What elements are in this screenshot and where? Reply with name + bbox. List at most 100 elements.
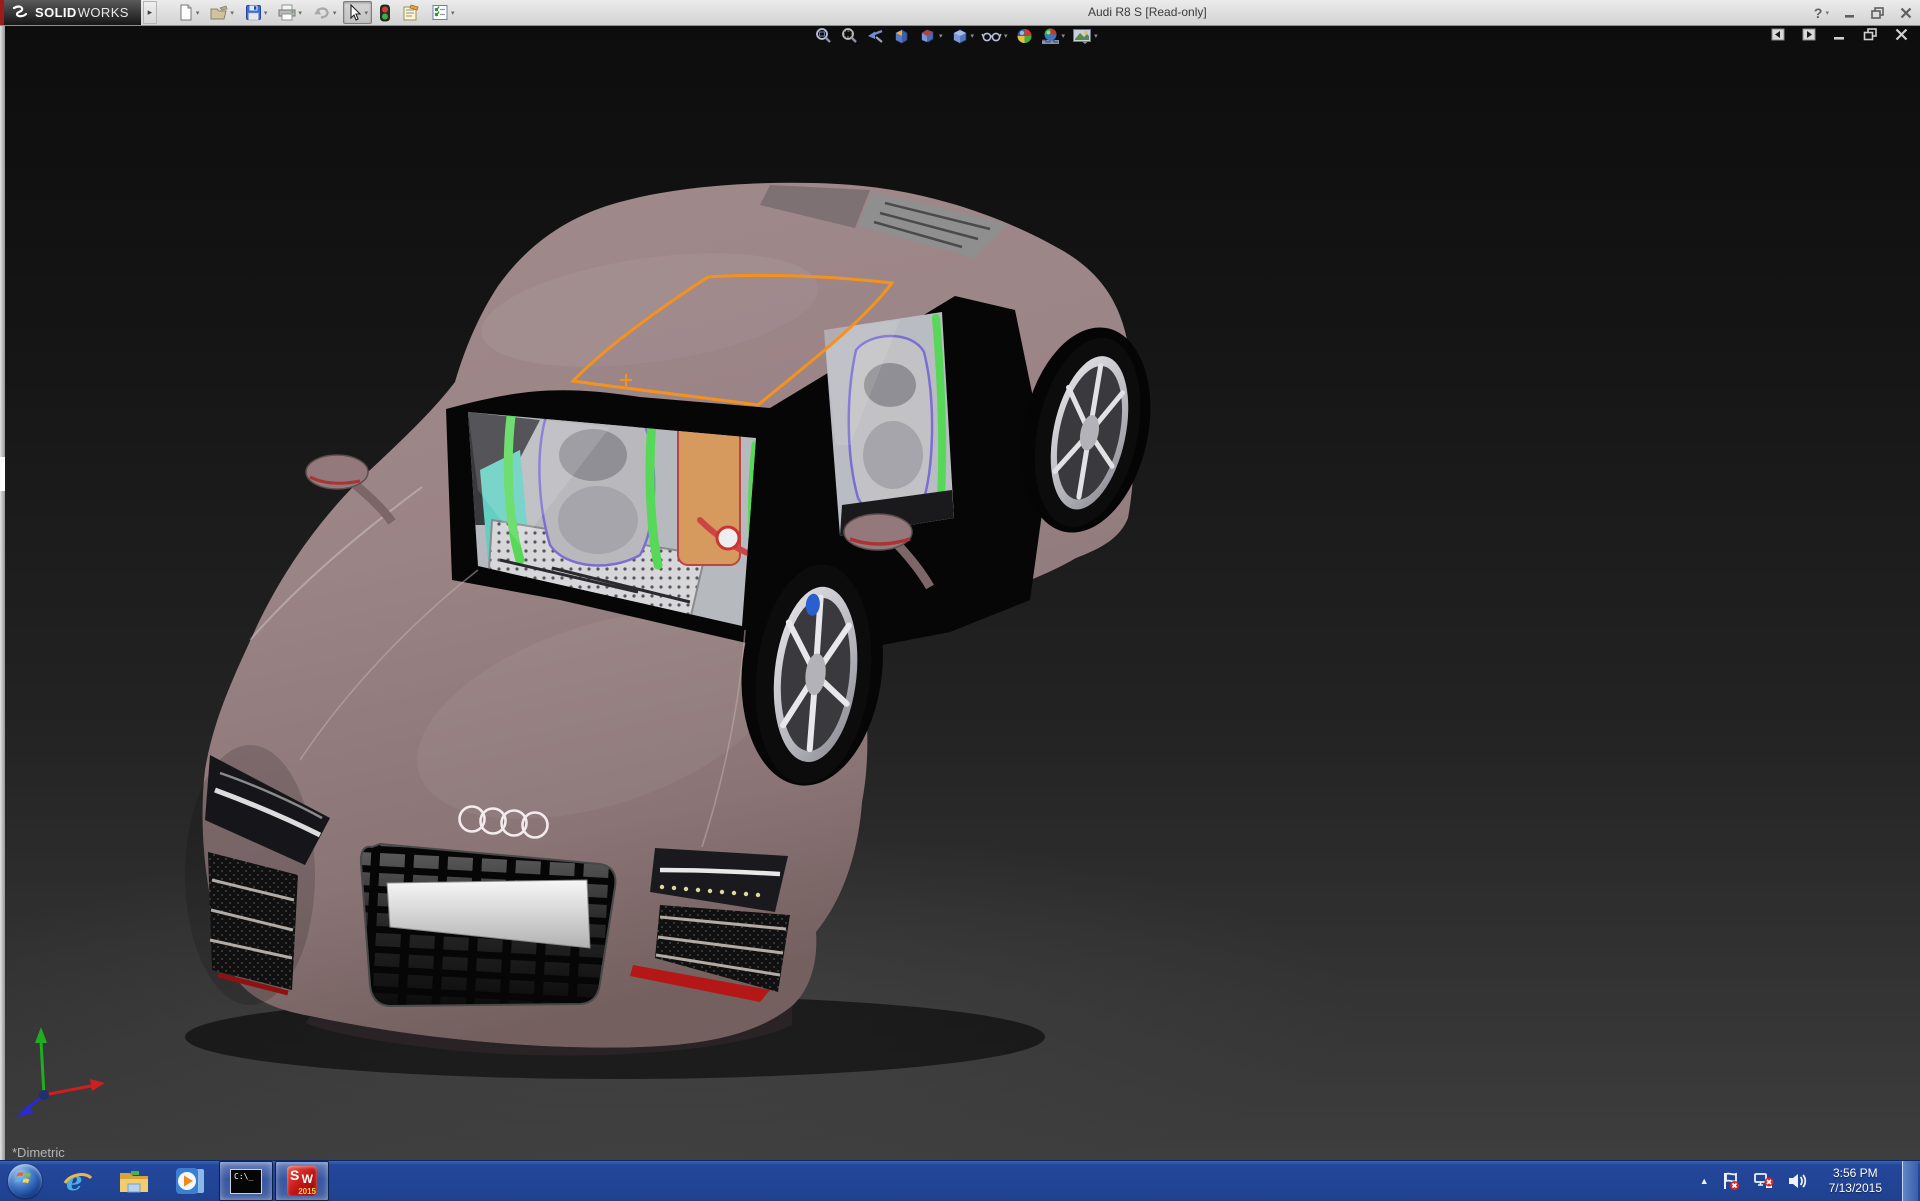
start-button[interactable]	[0, 1162, 50, 1200]
dropdown-arrow-icon[interactable]: ▾	[230, 9, 234, 17]
select-tool-button[interactable]: ▾	[343, 1, 372, 24]
media-player-icon	[176, 1168, 204, 1194]
sw-icon-letter-w: W	[301, 1172, 313, 1186]
zoom-to-area-icon	[842, 28, 857, 43]
feature-manager-splitter[interactable]	[0, 25, 5, 1160]
new-document-icon	[180, 4, 192, 21]
volume-icon[interactable]	[1787, 1171, 1809, 1191]
undo-button[interactable]: ▾	[309, 1, 341, 24]
titlebar: SOLID WORKS ▸ ▾ ▾ ▾ ▾ ▾ ▾ ▾ Audi R8 S [R…	[0, 0, 1920, 26]
solidworks-2015-icon: S W 2015	[287, 1166, 317, 1196]
taskbar-solidworks-2015[interactable]: S W 2015	[275, 1161, 329, 1201]
dropdown-arrow-icon[interactable]: ▾	[364, 9, 368, 17]
dropdown-arrow-icon[interactable]: ▾	[451, 9, 455, 17]
edit-appearance-button[interactable]	[1015, 27, 1034, 45]
taskbar-clock[interactable]: 3:56 PM 7/13/2015	[1821, 1166, 1890, 1196]
sw-icon-letter-s: S	[290, 1167, 300, 1183]
display-style-icon	[953, 29, 966, 44]
dropdown-arrow-icon[interactable]: ▾	[264, 9, 268, 17]
network-disconnected-icon[interactable]	[1753, 1171, 1775, 1191]
graphics-area[interactable]: ▾ ▾ ▾ ▾ ▾ *Dimetric	[0, 25, 1920, 1160]
previous-view-icon	[868, 29, 883, 43]
solidworks-3s-icon	[12, 4, 28, 17]
command-prompt-icon-text: C:\_	[234, 1171, 254, 1181]
action-center-flag-icon[interactable]	[1721, 1171, 1741, 1191]
dropdown-arrow-icon[interactable]: ▾	[1094, 32, 1098, 40]
triad-x-axis	[43, 1079, 105, 1097]
help-dropdown-arrow-icon[interactable]: ▾	[1825, 9, 1829, 17]
pane-right-button[interactable]	[1802, 28, 1816, 41]
taskbar-media-player[interactable]	[163, 1161, 217, 1201]
view-orientation-label: *Dimetric	[12, 1145, 65, 1160]
apply-scene-button[interactable]: ▾	[1041, 27, 1066, 45]
clock-date: 7/13/2015	[1828, 1181, 1882, 1195]
show-hidden-icons-button[interactable]: ▲	[1700, 1176, 1709, 1186]
display-style-button[interactable]: ▾	[950, 27, 975, 45]
taskbar-command-prompt[interactable]: C:\_	[219, 1161, 273, 1201]
solidworks-logo[interactable]: SOLID WORKS	[0, 0, 141, 25]
folder-icon	[120, 1171, 148, 1193]
help-icon: ?	[1813, 4, 1823, 21]
document-window-controls	[1771, 28, 1908, 41]
hide-show-items-button[interactable]: ▾	[981, 27, 1008, 45]
windows-taskbar: e C:\_ S W 2015 ▲ 3:56 PM 7/13/2015	[0, 1160, 1920, 1201]
doc-minimize-button[interactable]	[1833, 28, 1846, 41]
doc-restore-button[interactable]	[1863, 28, 1878, 41]
main-toolbar: ▾ ▾ ▾ ▾ ▾ ▾ ▾	[173, 1, 459, 24]
taskbar-internet-explorer[interactable]: e	[51, 1161, 105, 1201]
show-desktop-button[interactable]	[1902, 1161, 1918, 1201]
view-settings-button[interactable]: ▾	[1072, 27, 1098, 45]
previous-view-button[interactable]	[866, 27, 885, 45]
heads-up-view-toolbar: ▾ ▾ ▾ ▾ ▾	[814, 27, 1098, 45]
dropdown-arrow-icon[interactable]: ▾	[1062, 32, 1066, 40]
audi-r8-model	[0, 182, 1360, 1160]
rebuild-traffic-light-icon	[380, 4, 390, 21]
section-view-icon	[895, 29, 908, 44]
windows-flag-icon	[15, 1172, 31, 1184]
splitter-handle[interactable]	[0, 457, 5, 491]
options-checklist-icon	[432, 5, 448, 20]
options-button[interactable]: ▾	[427, 1, 459, 24]
menu-expand-button[interactable]: ▸	[142, 1, 157, 24]
close-button[interactable]	[1900, 7, 1912, 19]
windows-orb-icon	[8, 1164, 42, 1198]
open-folder-icon	[210, 5, 228, 20]
section-view-button[interactable]	[892, 27, 911, 45]
open-document-button[interactable]: ▾	[206, 1, 238, 24]
triad-y-axis	[35, 1027, 47, 1096]
dropdown-arrow-icon[interactable]: ▾	[1004, 32, 1008, 40]
solidworks-desktop: { "colors": { "car-body": "#9b8486", "ca…	[0, 0, 1920, 1201]
restore-button[interactable]	[1871, 6, 1885, 19]
dropdown-arrow-icon[interactable]: ▾	[196, 9, 200, 17]
taskbar-windows-explorer[interactable]	[107, 1161, 161, 1201]
svg-text:e: e	[66, 1167, 83, 1196]
zoom-to-area-button[interactable]	[840, 27, 859, 45]
help-button[interactable]: ? ▾	[1814, 5, 1829, 21]
door-window-interior	[824, 312, 954, 536]
view-orientation-button[interactable]: ▾	[918, 27, 943, 45]
view-settings-icon	[1073, 29, 1092, 44]
logo-red-stripe	[0, 0, 4, 25]
view-orientation-icon	[921, 29, 934, 43]
pane-left-button[interactable]	[1771, 28, 1785, 41]
clock-time: 3:56 PM	[1832, 1166, 1878, 1180]
print-button[interactable]: ▾	[274, 1, 306, 24]
save-button[interactable]: ▾	[241, 1, 272, 24]
new-document-button[interactable]: ▾	[173, 1, 204, 24]
rebuild-button[interactable]	[375, 1, 395, 24]
zoom-to-fit-icon	[816, 28, 831, 43]
select-cursor-icon	[350, 4, 362, 21]
window-title: Audi R8 S [Read-only]	[1088, 5, 1207, 19]
sw-icon-year: 2015	[298, 1187, 316, 1196]
dropdown-arrow-icon[interactable]: ▾	[298, 9, 302, 17]
zoom-to-fit-button[interactable]	[814, 27, 833, 45]
save-floppy-icon	[245, 5, 261, 21]
doc-close-button[interactable]	[1895, 28, 1908, 41]
file-properties-button[interactable]	[398, 1, 424, 24]
dropdown-arrow-icon[interactable]: ▾	[971, 32, 975, 40]
minimize-button[interactable]	[1844, 7, 1856, 19]
internet-explorer-icon: e	[63, 1167, 93, 1196]
dropdown-arrow-icon[interactable]: ▾	[333, 9, 337, 17]
command-prompt-icon: C:\_	[230, 1168, 262, 1194]
dropdown-arrow-icon[interactable]: ▾	[939, 32, 943, 40]
